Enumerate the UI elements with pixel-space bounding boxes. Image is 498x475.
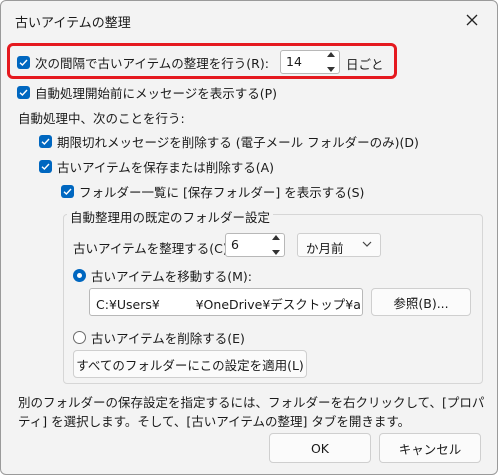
checkmark-icon [41,163,50,170]
archive-or-delete-row[interactable]: 古いアイテムを保存または削除する(A) [39,157,274,176]
period-value: か月前 [306,241,344,256]
delete-label: 古いアイテムを削除する(E) [91,331,245,346]
apply-all-button[interactable]: すべてのフォルダーにこの設定を適用(L) [73,350,307,378]
checkbox-icon [39,135,52,148]
archive-path-field[interactable]: C:¥Users¥ ¥OneDrive¥デスクトップ¥a [89,288,363,316]
info-text: 別のフォルダーの保存設定を指定するには、フォルダーを右クリックして、[プロパティ… [18,395,485,429]
during-heading: 自動処理中、次のことを行う: [18,111,185,126]
checkbox-icon [39,160,52,173]
checkbox-icon [17,56,30,69]
radio-selected-icon [73,269,86,282]
spin-arrows-icon[interactable] [269,235,283,255]
interval-unit: 日ごと [346,57,384,72]
title-bar: 古いアイテムの整理 [1,1,497,39]
delete-expired-label: 期限切れメッセージを削除する (電子メール フォルダーのみ)(D) [57,135,419,150]
show-archive-folder-label: フォルダー一覧に [保存フォルダー] を表示する(S) [79,185,365,200]
autoarchive-dialog: 古いアイテムの整理 次の間隔で古いアイテムの整理を行う(R): 14 日ごと 自… [0,0,498,475]
move-radio-row[interactable]: 古いアイテムを移動する(M): [73,266,252,285]
browse-button[interactable]: 参照(B)... [371,288,471,316]
chevron-down-icon [362,241,372,247]
checkbox-icon [17,86,30,99]
checkmark-icon [63,188,72,195]
close-button[interactable] [459,7,485,33]
delete-expired-row[interactable]: 期限切れメッセージを削除する (電子メール フォルダーのみ)(D) [39,132,419,151]
interval-spinner[interactable]: 14 [280,50,340,74]
cancel-button[interactable]: キャンセル [379,433,481,463]
ok-button[interactable]: OK [269,433,371,463]
checkmark-icon [41,138,50,145]
clean-older-label: 古いアイテムを整理する(C) [73,241,228,256]
close-icon [466,14,478,26]
spin-arrows-icon[interactable] [324,52,338,72]
checkbox-icon [61,185,74,198]
prompt-before-label: 自動処理開始前にメッセージを表示する(P) [35,86,278,101]
interval-label: 次の間隔で古いアイテムの整理を行う(R): [35,56,269,71]
prompt-before-row[interactable]: 自動処理開始前にメッセージを表示する(P) [17,83,277,102]
clean-older-spinner[interactable]: 6 [225,233,285,257]
clean-older-value: 6 [231,237,239,252]
checkmark-icon [19,59,28,66]
group-label: 自動整理用の既定のフォルダー設定 [67,207,274,226]
archive-or-delete-label: 古いアイテムを保存または削除する(A) [57,160,275,175]
window-title: 古いアイテムの整理 [15,16,131,31]
period-dropdown[interactable]: か月前 [297,233,381,257]
checkmark-icon [19,89,28,96]
interval-checkbox-row[interactable]: 次の間隔で古いアイテムの整理を行う(R): [17,53,269,72]
show-archive-folder-row[interactable]: フォルダー一覧に [保存フォルダー] を表示する(S) [61,182,364,201]
delete-radio-row[interactable]: 古いアイテムを削除する(E) [73,328,245,347]
interval-value: 14 [286,54,302,69]
radio-unselected-icon [73,331,86,344]
move-label: 古いアイテムを移動する(M): [91,269,253,284]
